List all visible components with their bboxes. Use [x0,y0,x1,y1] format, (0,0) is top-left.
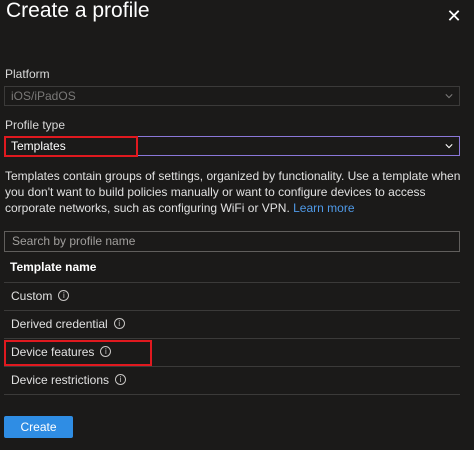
row-label: Device restrictions [11,373,110,387]
highlight-box-templates [4,136,138,157]
row-label: Derived credential [11,317,108,331]
table-row[interactable]: Derived credential i [4,310,460,338]
learn-more-link[interactable]: Learn more [293,201,354,215]
platform-select: iOS/iPadOS [4,86,460,106]
profile-description: Templates contain groups of settings, or… [5,168,469,216]
platform-label: Platform [5,67,50,81]
table-header-template-name: Template name [10,260,97,274]
search-placeholder: Search by profile name [12,234,136,248]
chevron-down-icon [445,94,453,99]
close-icon[interactable]: ✕ [445,7,463,25]
row-label: Custom [11,289,53,303]
info-icon[interactable]: i [115,374,127,386]
profile-type-label: Profile type [5,118,66,132]
table-row[interactable]: Custom i [4,282,460,310]
search-input[interactable]: Search by profile name [4,231,460,252]
table-row[interactable]: Device restrictions i [4,366,460,395]
description-text: Templates contain groups of settings, or… [5,169,461,215]
highlight-box-device-features [4,340,152,366]
chevron-down-icon [445,144,453,149]
info-icon[interactable]: i [113,318,125,330]
platform-value: iOS/iPadOS [11,89,76,103]
page-title: Create a profile [6,0,150,22]
info-icon[interactable]: i [58,290,70,302]
create-button[interactable]: Create [4,416,73,438]
